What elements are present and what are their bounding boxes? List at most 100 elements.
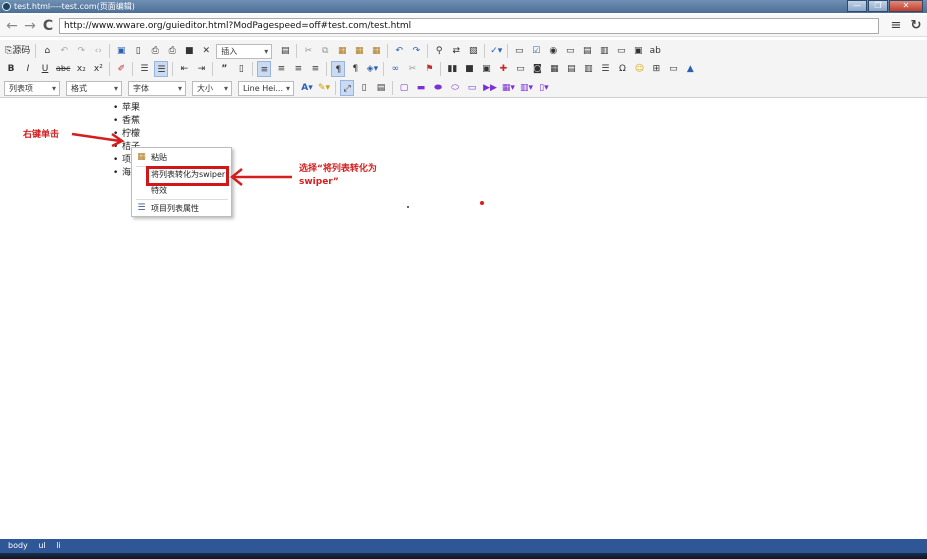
widget-link-icon[interactable]: ⬭: [448, 80, 462, 96]
blockquote-icon[interactable]: ”: [217, 61, 231, 77]
redo-grey-icon[interactable]: ↷: [74, 43, 88, 59]
maximize-editor-icon[interactable]: ⤢: [340, 80, 355, 96]
lock-icon[interactable]: ■: [182, 43, 196, 59]
path-li[interactable]: li: [56, 541, 60, 550]
line-height-dropdown[interactable]: Line Hei...: [238, 80, 294, 96]
form-icon[interactable]: ▭: [512, 43, 526, 59]
forward-arrow-icon[interactable]: →: [22, 18, 38, 34]
close-x-icon[interactable]: ✕: [199, 43, 213, 59]
strike-button[interactable]: abc: [55, 61, 71, 77]
path-body[interactable]: body: [8, 541, 28, 550]
widget-grid-icon[interactable]: ▦▾: [501, 80, 516, 96]
plugin-icon[interactable]: ✚: [496, 61, 510, 77]
align-right-icon[interactable]: ≡: [291, 61, 305, 77]
template-icon[interactable]: ⌂: [40, 43, 54, 59]
bulleted-list-icon[interactable]: ☰: [154, 61, 169, 77]
widget-frame-icon[interactable]: ▢: [397, 80, 411, 96]
widget-split-icon[interactable]: ▯▾: [537, 80, 551, 96]
url-input[interactable]: http://www.wware.org/guieditor.html?ModP…: [59, 18, 879, 34]
special-char-icon[interactable]: Ω: [615, 61, 629, 77]
radio-icon[interactable]: ◉: [546, 43, 560, 59]
source-button[interactable]: ⎘源码: [4, 43, 31, 59]
font-dropdown[interactable]: 字体: [128, 80, 186, 96]
undo-icon[interactable]: ↶: [392, 43, 406, 59]
bg-color-icon[interactable]: ✎▾: [317, 80, 331, 96]
minimize-button[interactable]: —: [847, 0, 867, 12]
align-center-icon[interactable]: ≡: [274, 61, 288, 77]
maximize-button[interactable]: ❐: [868, 0, 888, 12]
widget-columns-icon[interactable]: ▥▾: [519, 80, 534, 96]
subscript-button[interactable]: x₂: [74, 61, 88, 77]
format-dropdown[interactable]: 格式: [66, 80, 122, 96]
widget-oval-icon[interactable]: ⬬: [431, 80, 445, 96]
spellcheck-icon[interactable]: ✓▾: [489, 43, 503, 59]
ltr-icon[interactable]: ¶: [331, 61, 346, 77]
redo-icon[interactable]: ↷: [409, 43, 423, 59]
page-break-icon[interactable]: ⊞: [649, 61, 663, 77]
close-button[interactable]: ✕: [889, 0, 923, 12]
preview-icon[interactable]: ⎙: [148, 43, 162, 59]
image-button-icon[interactable]: ▣: [631, 43, 645, 59]
back-arrow-icon[interactable]: ←: [4, 18, 20, 34]
flash-icon[interactable]: ◙: [530, 61, 544, 77]
image-icon[interactable]: ▣: [479, 61, 493, 77]
new-page-icon[interactable]: ▯: [131, 43, 145, 59]
align-justify-icon[interactable]: ≡: [308, 61, 322, 77]
textfield-icon[interactable]: ▭: [563, 43, 577, 59]
menu-icon[interactable]: ≡: [888, 18, 904, 34]
insert-dropdown[interactable]: 插入: [216, 43, 273, 59]
code-icon[interactable]: ‹›: [91, 43, 105, 59]
reload-icon[interactable]: C: [40, 18, 56, 34]
superscript-button[interactable]: x²: [91, 61, 105, 77]
div-container-icon[interactable]: ▯: [234, 61, 248, 77]
indent-icon[interactable]: ⇥: [194, 61, 208, 77]
remove-format-icon[interactable]: ✐: [114, 61, 128, 77]
underline-button[interactable]: U: [38, 61, 52, 77]
chart-bars-icon[interactable]: ▮▮: [445, 61, 459, 77]
table-icon[interactable]: ▦: [547, 61, 561, 77]
save-icon[interactable]: ▣: [114, 43, 128, 59]
about-icon[interactable]: ▤: [374, 80, 388, 96]
copy-icon[interactable]: ⧉: [318, 43, 332, 59]
paste-text-icon[interactable]: ▦: [352, 43, 366, 59]
select-field-icon[interactable]: ▥: [597, 43, 611, 59]
ctx-paste-item[interactable]: ▦ 粘贴: [133, 151, 230, 164]
unlink-icon[interactable]: ✂: [405, 61, 419, 77]
textarea-icon[interactable]: ▤: [580, 43, 594, 59]
undo-grey-icon[interactable]: ↶: [57, 43, 71, 59]
widget-button-icon[interactable]: ▬: [414, 80, 428, 96]
ctx-list-properties-item[interactable]: ☰ 项目列表属性: [133, 202, 230, 215]
show-blocks-icon[interactable]: ▯: [357, 80, 371, 96]
horizontal-rule-icon[interactable]: ☰: [598, 61, 612, 77]
select-all-icon[interactable]: ▧: [466, 43, 480, 59]
list-item[interactable]: 苹果: [113, 102, 140, 115]
iframe-embed-icon[interactable]: ▭: [666, 61, 680, 77]
outdent-icon[interactable]: ⇤: [177, 61, 191, 77]
print-icon[interactable]: ⎙: [165, 43, 179, 59]
hidden-field-icon[interactable]: ab: [648, 43, 662, 59]
language-icon[interactable]: ◈▾: [365, 61, 379, 77]
widget-forward-icon[interactable]: ▶▶: [482, 80, 498, 96]
button-field-icon[interactable]: ▭: [614, 43, 628, 59]
checkbox-icon[interactable]: ☑: [529, 43, 543, 59]
paste-word-icon[interactable]: ▦: [369, 43, 383, 59]
italic-button[interactable]: I: [21, 61, 35, 77]
page-icon[interactable]: ▤: [564, 61, 578, 77]
triangle-icon[interactable]: ▲: [683, 61, 697, 77]
paste-icon[interactable]: ▦: [335, 43, 349, 59]
refresh-icon[interactable]: ↻: [908, 18, 924, 34]
iframe-icon[interactable]: ▭: [513, 61, 527, 77]
list-item-dropdown[interactable]: 列表项: [4, 80, 60, 96]
size-dropdown[interactable]: 大小: [192, 80, 232, 96]
align-left-icon[interactable]: ≡: [257, 61, 272, 77]
widget-media-icon[interactable]: ▭: [465, 80, 479, 96]
replace-icon[interactable]: ⇄: [449, 43, 463, 59]
numbered-list-icon[interactable]: ☰: [137, 61, 151, 77]
rtl-icon[interactable]: ¶: [348, 61, 362, 77]
cut-icon[interactable]: ✂: [301, 43, 315, 59]
link-icon[interactable]: ∞: [388, 61, 402, 77]
media-icon[interactable]: ■: [462, 61, 476, 77]
bold-button[interactable]: B: [4, 61, 18, 77]
path-ul[interactable]: ul: [38, 541, 45, 550]
smiley-icon[interactable]: ☺: [632, 61, 646, 77]
